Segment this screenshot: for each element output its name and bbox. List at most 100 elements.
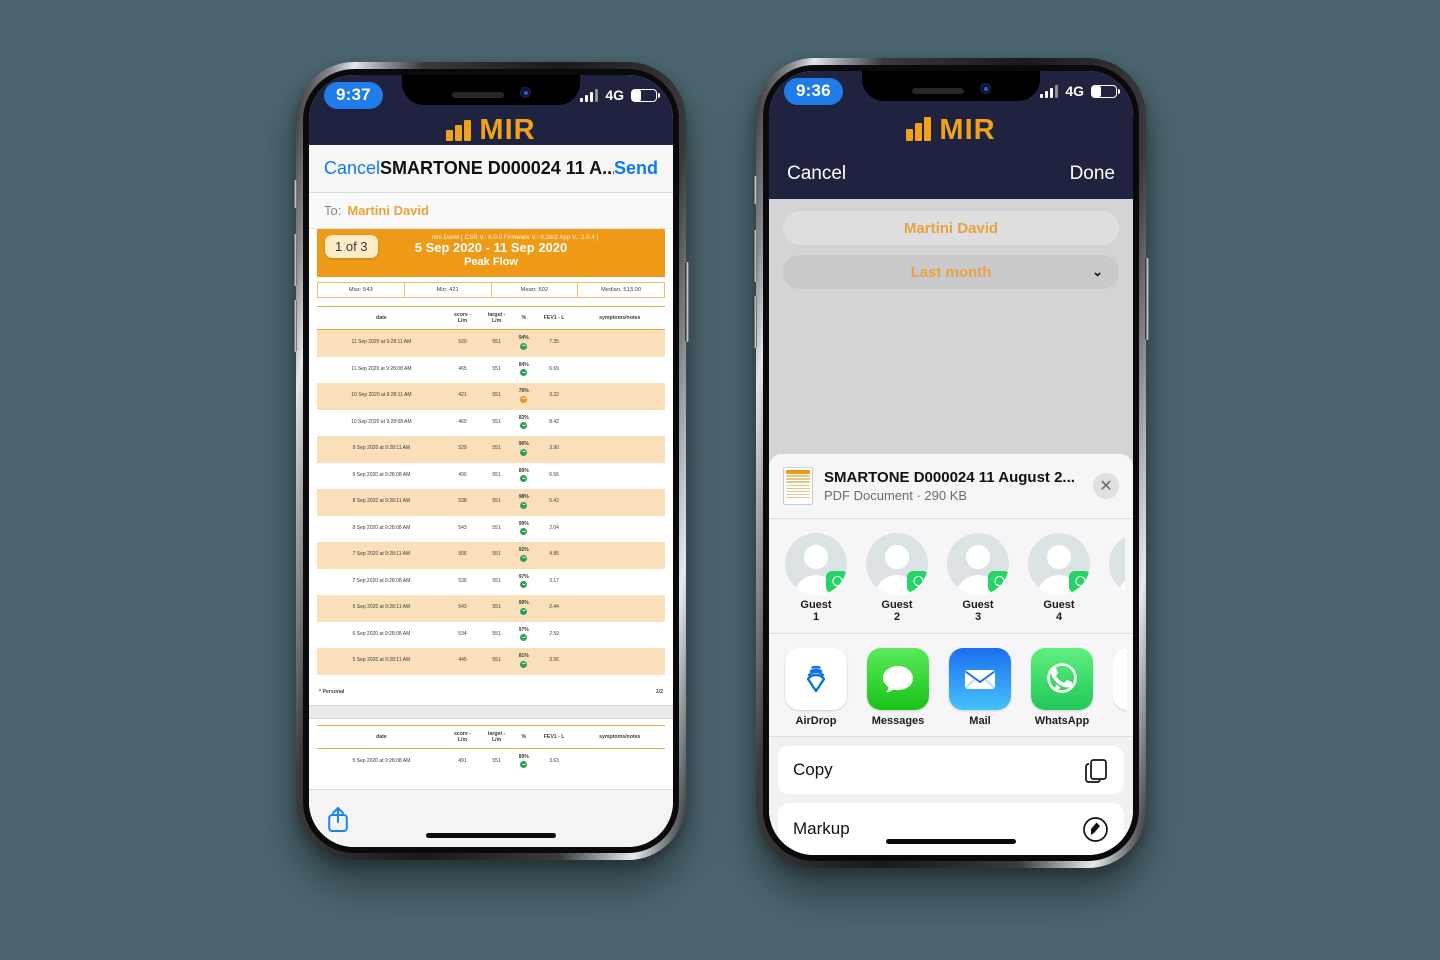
col-score-p2: score - L/m — [445, 724, 480, 749]
recipient-value[interactable]: Martini David — [347, 203, 429, 218]
close-icon[interactable]: ✕ — [1093, 472, 1119, 499]
table-row: 7 Sep 2020 at 9:28:08 AM 536 551 97% 3.17 — [317, 569, 665, 596]
cancel-button-right[interactable]: Cancel — [787, 163, 846, 185]
status-time-right: 9:36 — [784, 77, 843, 105]
cell-score: 506 — [445, 542, 480, 569]
cell-percent: 98% — [513, 489, 534, 516]
share-file-row[interactable]: SMARTONE D000024 11 August 2... PDF Docu… — [769, 453, 1133, 519]
notch — [402, 75, 580, 105]
avatar — [1109, 532, 1125, 595]
share-action-markup[interactable]: Markup — [778, 803, 1124, 855]
network-type-label: 4G — [605, 87, 624, 103]
cell-percent: 99% — [514, 516, 534, 543]
page-count-badge: 1 of 3 — [325, 235, 378, 258]
cell-symptoms — [575, 748, 665, 775]
cancel-button[interactable]: Cancel — [324, 158, 380, 179]
share-apps-row[interactable]: AirDrop Messages Mail WhatsApp — [769, 634, 1133, 737]
share-app-label: Messages — [871, 715, 925, 727]
cell-date: 10 Sep 2020 at 9:28:08 AM — [351, 418, 412, 425]
avatar — [947, 532, 1009, 595]
cell-fev1: 3.17 — [549, 577, 559, 584]
col-symptoms: symptoms/notes — [574, 306, 665, 331]
share-contact[interactable]: Guest 1 — [785, 532, 847, 624]
measurements-table: date score - L/m target - L/m % FEV1 - L s… — [317, 306, 665, 675]
recipient-row[interactable]: To: Martini David — [309, 193, 673, 229]
share-app-airdrop[interactable]: AirDrop — [785, 648, 847, 727]
cell-symptoms — [574, 436, 665, 463]
send-button[interactable]: Send — [614, 158, 658, 179]
mail-icon — [949, 648, 1011, 710]
cell-score: 529 — [445, 436, 480, 463]
cell-date: 7 Sep 2020 at 9:28:08 AM — [352, 577, 411, 584]
share-contact-name: Guest 1 — [800, 598, 832, 624]
home-indicator-right[interactable] — [886, 839, 1016, 844]
cell-symptoms — [575, 463, 665, 490]
cell-percent: 97% — [514, 569, 534, 596]
mir-wordmark-right: MIR — [939, 113, 996, 146]
whatsapp-icon — [912, 576, 924, 587]
volume-down-button[interactable] — [293, 300, 297, 352]
left-phone-bezel: 9:37 4G MIR Cancel SMARTONE D000024 11 A… — [303, 69, 679, 853]
share-icon[interactable] — [327, 805, 349, 833]
cell-symptoms — [574, 648, 665, 675]
network-type-label-right: 4G — [1065, 83, 1084, 99]
stat-median: Median: 513.00 — [578, 282, 665, 299]
compose-title: SMARTONE D000024 11 A... — [380, 158, 614, 178]
share-contact-partial[interactable] — [1109, 532, 1125, 624]
avatar — [1028, 532, 1090, 595]
pdf-summary-stats: Max: 543 Min: 421 Mean: 502 Median: 513.… — [317, 282, 665, 299]
share-app-partial[interactable] — [1113, 648, 1127, 727]
cell-score: 543 — [445, 595, 480, 622]
col-date: date — [317, 306, 446, 331]
share-app-mail[interactable]: Mail — [949, 648, 1011, 727]
period-selector[interactable]: Last month ⌄ — [783, 255, 1119, 289]
patient-selector[interactable]: Martini David — [783, 211, 1119, 245]
power-button[interactable] — [685, 262, 689, 342]
share-contact[interactable]: Guest 3 — [947, 532, 1009, 624]
share-app-label: AirDrop — [795, 715, 837, 727]
cell-score: 536 — [458, 577, 467, 584]
volume-down-button-right[interactable] — [753, 296, 757, 348]
green-smiley-icon — [520, 554, 528, 562]
home-indicator[interactable] — [426, 833, 556, 838]
whatsapp-icon — [1031, 648, 1093, 710]
notch-right — [862, 71, 1040, 101]
status-time: 9:37 — [324, 81, 383, 109]
col-target-p2: target - L/m — [479, 724, 514, 749]
pdf-page-1: 1 of 3 rtini David [ CSR V.: 6.0.0 Firmw… — [309, 229, 673, 695]
cell-fev1: 3.22 — [533, 383, 575, 410]
cell-target: 551 — [479, 436, 514, 463]
cell-symptoms — [574, 542, 665, 569]
power-button-right[interactable] — [1145, 258, 1149, 340]
cell-fev1: 6.56 — [549, 471, 559, 478]
measurements-table-page2: date score - L/m target - L/m % FEV1 - L s… — [317, 724, 665, 776]
cell-date: 8 Sep 2020 at 9:28:11 AM — [317, 489, 446, 516]
share-contact[interactable]: Guest 4 — [1028, 532, 1090, 624]
share-contact-name: Guest 3 — [962, 598, 994, 624]
share-app-messages[interactable]: Messages — [867, 648, 929, 727]
col-target: target - L/m — [479, 306, 514, 331]
cellular-bars-icon — [580, 88, 599, 102]
cell-date: 6 Sep 2020 at 9:28:11 AM — [317, 595, 446, 622]
cell-score: 490 — [458, 471, 467, 478]
share-contacts-row[interactable]: Guest 1 Guest 2 Guest 3 Guest 4 — [769, 518, 1133, 634]
share-action-copy[interactable]: Copy — [778, 746, 1124, 794]
earpiece-speaker — [451, 92, 504, 98]
left-phone-screen: 9:37 4G MIR Cancel SMARTONE D000024 11 A… — [309, 75, 673, 847]
pdf-page-2: date score - L/m target - L/m % FEV1 - L s… — [309, 724, 673, 776]
done-button[interactable]: Done — [1070, 163, 1115, 185]
cell-score: 460 — [458, 418, 467, 425]
pdf-preview-area[interactable]: 1 of 3 rtini David [ CSR V.: 6.0.0 Firmw… — [309, 229, 673, 789]
mir-wordmark: MIR — [479, 113, 536, 146]
volume-up-button-right[interactable] — [753, 230, 757, 282]
pdf-page-number: 1/2 — [655, 688, 663, 695]
right-phone-bezel: 9:36 4G MIR Cancel Done Martini David La… — [763, 65, 1139, 861]
share-contact[interactable]: Guest 2 — [866, 532, 928, 624]
silence-switch[interactable] — [293, 180, 297, 208]
cell-target: 551 — [479, 489, 514, 516]
volume-up-button[interactable] — [293, 234, 297, 286]
cell-score: 543 — [458, 524, 467, 531]
silence-switch-right[interactable] — [753, 176, 757, 204]
cell-percent: 94% — [513, 329, 534, 357]
share-app-whatsapp[interactable]: WhatsApp — [1031, 648, 1093, 727]
